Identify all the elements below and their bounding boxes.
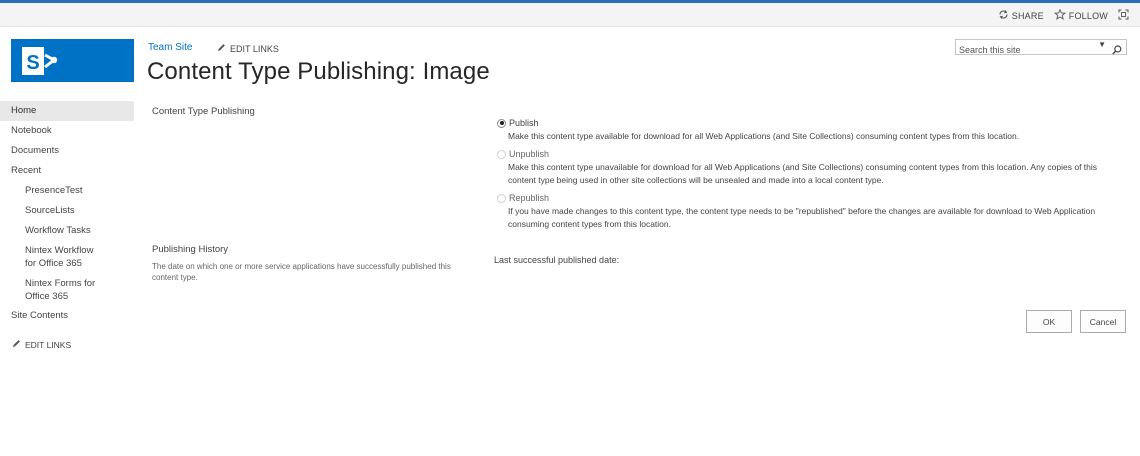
nav-item-recent[interactable]: Recent: [0, 161, 134, 181]
share-icon: [998, 9, 1012, 22]
search-scope-dropdown[interactable]: ▼: [1098, 40, 1106, 49]
unpublish-radio[interactable]: [497, 149, 506, 159]
edit-links-top-label: EDIT LINKS: [230, 43, 279, 54]
sharepoint-icon: S: [22, 47, 58, 75]
ok-button[interactable]: OK: [1026, 310, 1072, 333]
edit-links-nav-button[interactable]: EDIT LINKS: [0, 339, 134, 350]
share-label: SHARE: [1011, 10, 1044, 21]
focus-on-content-button[interactable]: [1118, 9, 1132, 22]
suite-bar: SHARE FOLLOW: [0, 3, 1140, 27]
republish-description: If you have made changes to this content…: [508, 206, 1096, 229]
search-input[interactable]: [956, 43, 1086, 57]
follow-label: FOLLOW: [1068, 10, 1108, 21]
edit-links-nav-label: EDIT LINKS: [25, 339, 72, 350]
nav-item-nintex-forms[interactable]: Nintex Forms for Office 365: [0, 277, 112, 303]
nav-item-sourcelists[interactable]: SourceLists: [0, 204, 134, 217]
page-title: Content Type Publishing: Image: [147, 58, 490, 85]
cancel-button[interactable]: Cancel: [1080, 310, 1126, 333]
edit-links-top-button[interactable]: EDIT LINKS: [217, 43, 279, 54]
nav-item-workflow-tasks[interactable]: Workflow Tasks: [0, 224, 134, 237]
republish-label[interactable]: Republish: [509, 193, 549, 203]
unpublish-label[interactable]: Unpublish: [509, 149, 549, 159]
site-name-link[interactable]: Team Site: [148, 42, 192, 53]
follow-button[interactable]: FOLLOW: [1053, 8, 1108, 22]
nav-item-documents[interactable]: Documents: [0, 141, 134, 161]
publishing-history-heading: Publishing History: [152, 244, 229, 255]
publish-option: Publish Make this content type available…: [496, 117, 1126, 143]
svg-text:S: S: [26, 52, 39, 74]
nav-item-presencetest[interactable]: PresenceTest: [0, 184, 134, 197]
unpublish-option: Unpublish Make this content type unavail…: [496, 148, 1126, 187]
nav-item-nintex-workflow[interactable]: Nintex Workflow for Office 365: [0, 244, 100, 270]
republish-option: Republish If you have made changes to th…: [496, 192, 1126, 231]
publishing-options: Publish Make this content type available…: [496, 117, 1126, 231]
last-published-date-label: Last successful published date:: [494, 255, 620, 265]
pencil-icon: [217, 43, 230, 54]
publishing-history-description: The date on which one or more service ap…: [152, 262, 451, 282]
sharepoint-logo[interactable]: S: [11, 39, 134, 82]
publish-radio[interactable]: [497, 118, 506, 128]
nav-item-notebook[interactable]: Notebook: [0, 121, 134, 141]
publish-label[interactable]: Publish: [509, 118, 539, 128]
publish-description: Make this content type available for dow…: [508, 131, 1020, 141]
star-icon: [1053, 8, 1069, 22]
content-type-publishing-heading: Content Type Publishing: [152, 106, 255, 117]
pencil-icon: [12, 339, 25, 350]
nav-item-site-contents[interactable]: Site Contents: [0, 306, 134, 326]
search-icon[interactable]: [1112, 42, 1122, 60]
republish-radio[interactable]: [497, 193, 506, 203]
focus-icon: [1118, 9, 1132, 22]
nav-item-home[interactable]: Home: [0, 101, 134, 121]
quick-launch: Home Notebook Documents Recent PresenceT…: [0, 101, 134, 350]
unpublish-description: Make this content type unavailable for d…: [508, 162, 1098, 185]
search-box: ▼: [955, 39, 1127, 57]
share-button[interactable]: SHARE: [998, 9, 1044, 22]
page-actions: SHARE FOLLOW: [988, 8, 1132, 22]
